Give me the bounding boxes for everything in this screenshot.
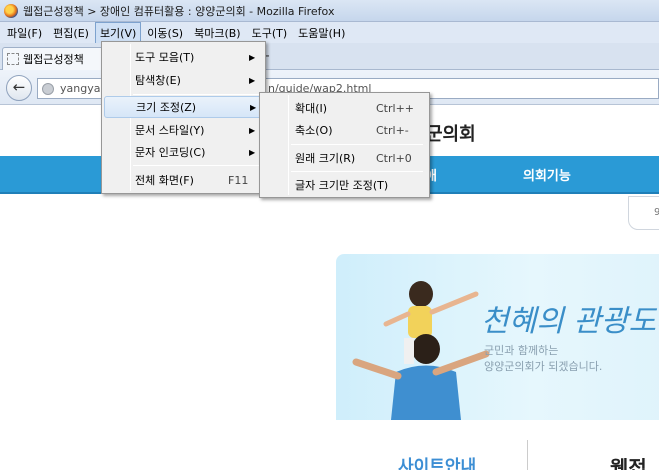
menu-item-shortcut: F11	[228, 173, 249, 187]
window-title: 웹접근성정책 > 장애인 컴퓨터활용 : 양양군의회 - Mozilla Fir…	[23, 4, 335, 18]
menu-item-label: 크기 조정(Z)	[136, 101, 197, 114]
view-menu-sidebar[interactable]: 탐색창(E) ▶	[104, 69, 263, 91]
banner-subtitle-1: 군민과 함께하는	[484, 344, 559, 357]
divider	[527, 440, 528, 470]
menu-item-label: 탐색창(E)	[135, 74, 181, 87]
menu-edit[interactable]: 편집(E)	[48, 22, 94, 44]
menu-item-label: 원래 크기(R)	[295, 152, 356, 165]
view-menu-zoom[interactable]: 크기 조정(Z) ▶	[104, 96, 263, 118]
site-title[interactable]: 군의회	[426, 120, 476, 146]
menu-item-label: 문서 스타일(Y)	[135, 124, 205, 137]
menu-file[interactable]: 파일(F)	[2, 22, 47, 44]
submenu-arrow-icon: ▶	[249, 52, 256, 62]
submenu-arrow-icon: ▶	[249, 75, 256, 85]
search-tab-label: 9	[654, 207, 659, 218]
submenu-arrow-icon: ▶	[250, 102, 257, 112]
back-button[interactable]: ←	[6, 75, 32, 101]
menu-item-label: 글자 크기만 조정(T)	[295, 179, 389, 192]
menu-item-shortcut: Ctrl+0	[376, 151, 412, 165]
menu-item-label: 축소(O)	[295, 124, 333, 137]
menu-separator	[133, 94, 261, 95]
menu-item-shortcut: Ctrl+-	[376, 123, 409, 137]
menu-item-label: 확대(I)	[295, 102, 328, 115]
favicon-placeholder-icon	[7, 53, 19, 65]
submenu-arrow-icon: ▶	[249, 125, 256, 135]
menu-bar: 파일(F) 편집(E) 보기(V) 이동(S) 북마크(B) 도구(T) 도움말…	[0, 21, 659, 44]
zoom-in-item[interactable]: 확대(I) Ctrl++	[262, 97, 427, 119]
tab-title: 웹접근성정책	[23, 53, 84, 66]
zoom-reset-item[interactable]: 원래 크기(R) Ctrl+0	[262, 147, 427, 169]
menu-separator	[133, 165, 261, 166]
menu-separator	[291, 171, 423, 172]
view-menu-page-style[interactable]: 문서 스타일(Y) ▶	[104, 119, 263, 141]
web-accessibility-heading: 웹접	[610, 456, 647, 470]
view-menu-encoding[interactable]: 문자 인코딩(C) ▶	[104, 141, 263, 163]
view-menu-toolbars[interactable]: 도구 모음(T) ▶	[104, 46, 263, 68]
view-menu-dropdown: 도구 모음(T) ▶ 탐색창(E) ▶ 크기 조정(Z) ▶ 문서 스타일(Y)…	[101, 41, 266, 194]
banner-subtitle-2: 양양군의회가 되겠습니다.	[484, 360, 603, 373]
tab-strip: 웹접근성정책 +	[0, 43, 659, 70]
zoom-out-item[interactable]: 축소(O) Ctrl+-	[262, 119, 427, 141]
menu-item-label: 도구 모음(T)	[135, 51, 195, 64]
menu-separator	[291, 144, 423, 145]
zoom-submenu: 확대(I) Ctrl++ 축소(O) Ctrl+- 원래 크기(R) Ctrl+…	[259, 92, 430, 198]
site-guide-heading[interactable]: 사이트안내	[398, 452, 476, 470]
banner-headline: 천혜의 관광도시	[481, 304, 659, 339]
menu-item-label: 문자 인코딩(C)	[135, 146, 206, 159]
submenu-arrow-icon: ▶	[249, 147, 256, 157]
main-banner: 천혜의 관광도시 군민과 함께하는 양양군의회가 되겠습니다.	[336, 254, 659, 420]
menu-item-shortcut: Ctrl++	[376, 101, 415, 115]
search-tab[interactable]: 9	[628, 196, 659, 230]
menu-help[interactable]: 도움말(H)	[293, 22, 350, 44]
zoom-text-only-item[interactable]: 글자 크기만 조정(T)	[262, 174, 427, 196]
firefox-logo-icon	[4, 3, 18, 18]
view-menu-fullscreen[interactable]: 전체 화면(F) F11	[104, 169, 263, 191]
menu-item-label: 전체 화면(F)	[135, 174, 194, 187]
globe-icon	[42, 82, 54, 95]
gnb-item-functions[interactable]: 의회기능	[523, 165, 571, 184]
title-bar: 웹접근성정책 > 장애인 컴퓨터활용 : 양양군의회 - Mozilla Fir…	[0, 0, 659, 22]
